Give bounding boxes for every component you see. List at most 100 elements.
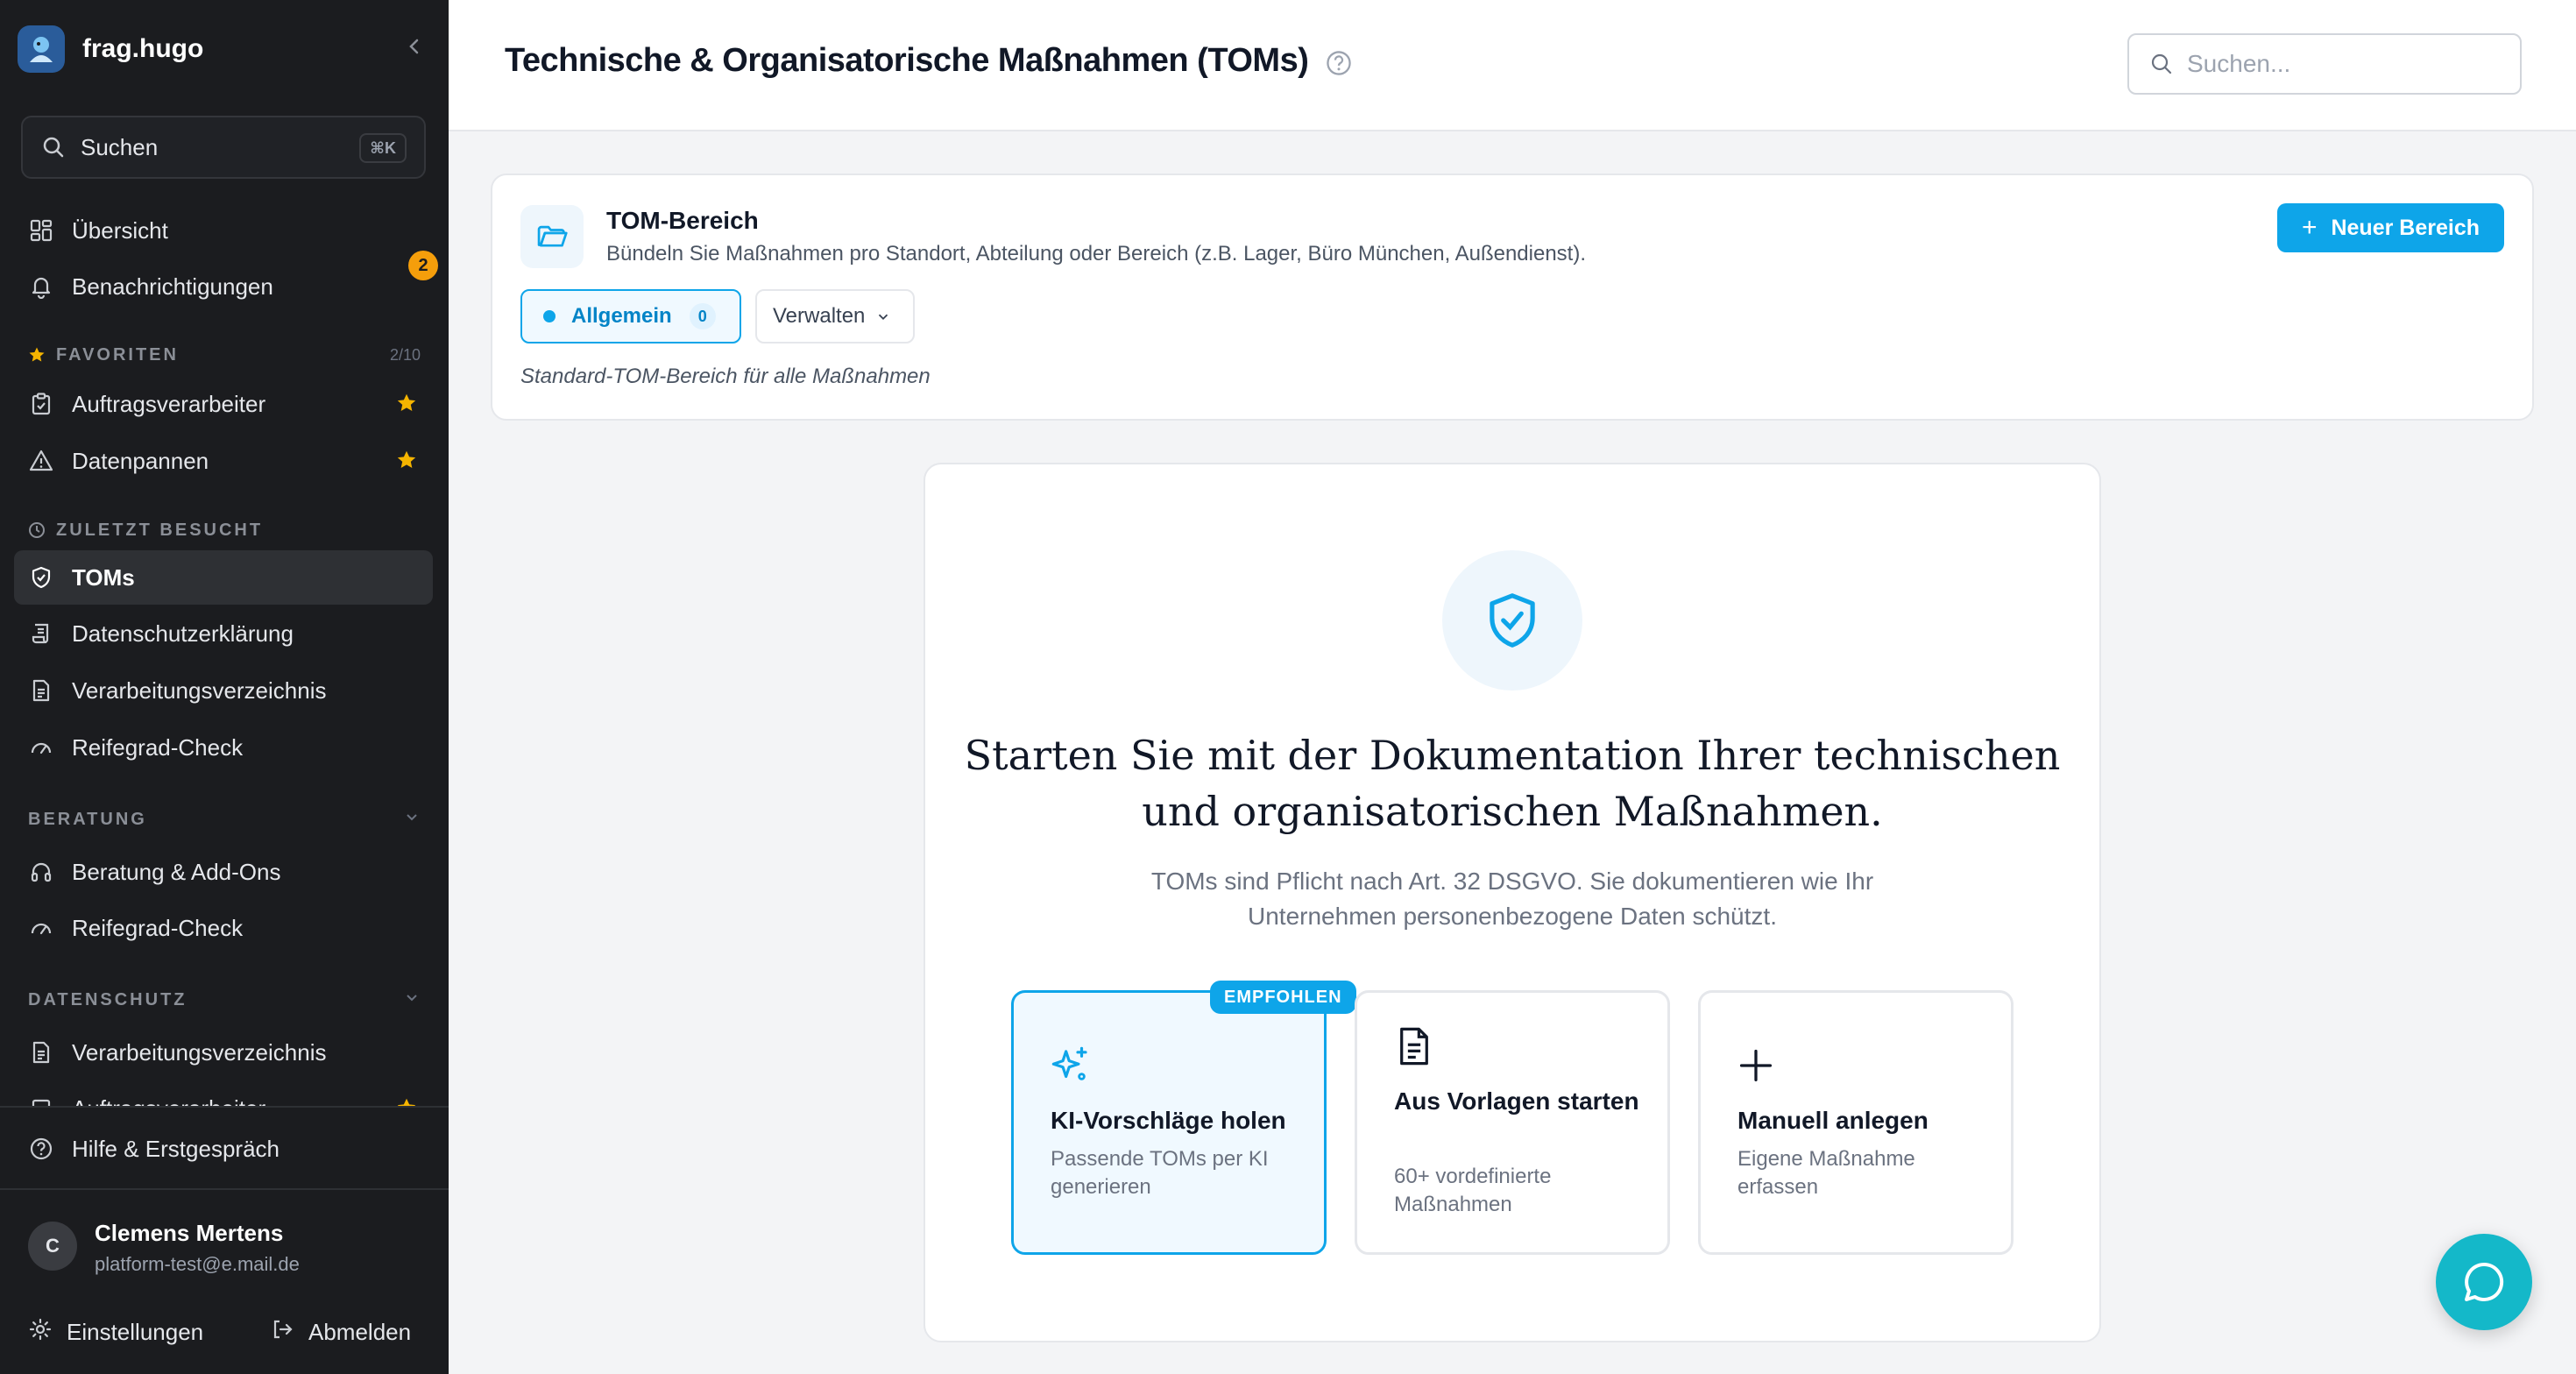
sidebar-item-datenpannen[interactable]: Datenpannen: [14, 434, 433, 488]
datenschutz-header[interactable]: DATENSCHUTZ: [28, 987, 421, 1013]
area-chip-allgemein[interactable]: Allgemein 0: [520, 289, 741, 344]
star-icon: [28, 346, 46, 364]
sidebar-item-label: Reifegrad-Check: [72, 914, 244, 941]
document-icon: [1392, 1024, 1436, 1073]
sidebar: frag.hugo Suchen ⌘K Übersicht Benachrich…: [0, 0, 449, 1374]
sidebar-item-label: Verarbeitungsverzeichnis: [72, 676, 327, 704]
sidebar-item-label: Übersicht: [72, 216, 168, 244]
option-vorlagen[interactable]: Aus Vorlagen starten 60+ vordefinierte M…: [1355, 990, 1670, 1255]
option-manuell[interactable]: Manuell anlegen Eigene Maßnahme erfassen: [1698, 990, 2013, 1255]
search-icon: [2151, 53, 2172, 74]
notification-badge: 2: [408, 251, 438, 280]
logout-link[interactable]: Abmelden: [270, 1314, 411, 1349]
sidebar-item-verarbeitungsverzeichnis[interactable]: Verarbeitungsverzeichnis: [14, 663, 433, 718]
headset-icon: [28, 859, 54, 885]
sidebar-item-reifegrad-check[interactable]: Reifegrad-Check: [14, 720, 433, 775]
sidebar-scroll-clip: Auftragsverarbeiter: [0, 1076, 449, 1106]
empty-desc-line: Unternehmen personenbezogene Daten schüt…: [1248, 903, 1777, 930]
divider: [0, 1106, 449, 1108]
header: Technische & Organisatorische Maßnahmen …: [449, 0, 2576, 131]
clock-icon: [28, 521, 46, 539]
beratung-title: BERATUNG: [28, 809, 147, 829]
new-area-button[interactable]: + Neuer Bereich: [2276, 203, 2504, 252]
clipboard-icon: [28, 391, 54, 417]
empty-title-line: Starten Sie mit der Dokumentation Ihrer …: [964, 732, 2061, 779]
empty-desc-line: TOMs sind Pflicht nach Art. 32 DSGVO. Si…: [1150, 868, 1874, 895]
sidebar-item-label: Auftragsverarbeiter: [72, 390, 266, 417]
sidebar-item-auftragsverarbeiter[interactable]: Auftragsverarbeiter: [14, 377, 433, 431]
chevron-down-icon: [403, 808, 421, 831]
sidebar-item-label: Reifegrad-Check: [72, 733, 244, 761]
collapse-sidebar-icon[interactable]: [401, 33, 428, 60]
manage-dropdown[interactable]: Verwalten: [755, 289, 915, 344]
warning-icon: [28, 448, 54, 474]
option-description: Eigene Maßnahme erfassen: [1737, 1147, 1915, 1199]
favorites-header: FAVORITEN 2/10: [28, 342, 421, 368]
area-chip-count: 0: [689, 303, 716, 329]
search-shortcut: ⌘K: [359, 133, 407, 163]
folder-icon: [520, 205, 584, 268]
settings-label: Einstellungen: [67, 1318, 204, 1345]
clipboard-icon: [28, 1095, 54, 1106]
gauge-icon: [28, 734, 54, 761]
chat-button[interactable]: [2436, 1234, 2532, 1330]
avatar[interactable]: C: [28, 1222, 77, 1271]
brand-logo: [18, 25, 65, 73]
recommended-badge: EMPFOHLEN: [1210, 981, 1356, 1014]
sidebar-search-label: Suchen: [81, 133, 159, 160]
sidebar-search[interactable]: Suchen ⌘K: [21, 116, 426, 179]
brand[interactable]: frag.hugo: [18, 21, 203, 77]
sidebar-item-verarbeitungsverzeichnis-2[interactable]: Verarbeitungsverzeichnis: [14, 1025, 433, 1080]
logout-icon: [270, 1317, 294, 1348]
sidebar-item-datenschutzerklaerung[interactable]: Datenschutzerklärung: [14, 606, 433, 661]
chat-bubble-icon: [2465, 1262, 2504, 1301]
shield-check-icon: [1442, 550, 1582, 691]
area-description: Bündeln Sie Maßnahmen pro Standort, Abte…: [606, 242, 1587, 266]
status-dot: [543, 310, 556, 322]
sidebar-item-label: Benachrichtigungen: [72, 273, 273, 300]
search-field[interactable]: [2127, 33, 2522, 95]
logout-label: Abmelden: [308, 1318, 412, 1345]
sidebar-item-label: Verarbeitungsverzeichnis: [72, 1038, 327, 1066]
sidebar-item-toms[interactable]: TOMs: [14, 550, 433, 605]
sidebar-item-auftragsverarbeiter-2[interactable]: Auftragsverarbeiter: [14, 1081, 433, 1106]
divider: [0, 1188, 449, 1190]
option-title: Aus Vorlagen starten: [1394, 1087, 1639, 1115]
datenschutz-title: DATENSCHUTZ: [28, 989, 188, 1009]
plus-icon: +: [2301, 213, 2318, 242]
option-ki-vorschlaege[interactable]: EMPFOHLEN KI-Vorschläge holen Passende T…: [1011, 981, 1356, 1255]
empty-state-description: TOMs sind Pflicht nach Art. 32 DSGVO. Si…: [925, 864, 2099, 934]
sidebar-item-reifegrad-check-2[interactable]: Reifegrad-Check: [14, 901, 433, 955]
favorites-count: 2/10: [389, 345, 421, 364]
bell-icon: [28, 273, 54, 300]
option-title: KI-Vorschläge holen: [1051, 1107, 1286, 1134]
user-name: Clemens Mertens: [95, 1220, 284, 1246]
page-title: Technische & Organisatorische Maßnahmen …: [505, 42, 1309, 79]
sidebar-item-uebersicht[interactable]: Übersicht: [14, 203, 433, 258]
favorite-star-icon[interactable]: [396, 1097, 417, 1106]
manage-label: Verwalten: [773, 304, 866, 328]
sidebar-item-label: Auftragsverarbeiter: [72, 1095, 265, 1107]
new-area-label: Neuer Bereich: [2331, 215, 2480, 240]
sidebar-item-benachrichtigungen[interactable]: Benachrichtigungen: [14, 259, 433, 314]
favorite-star-icon[interactable]: [396, 450, 417, 475]
favorites-title: FAVORITEN: [56, 344, 179, 365]
sidebar-item-beratung-addons[interactable]: Beratung & Add-Ons: [14, 845, 433, 899]
sidebar-item-label: Datenschutzerklärung: [72, 620, 294, 647]
help-circle-icon[interactable]: [1325, 49, 1353, 81]
search-input[interactable]: [2187, 50, 2502, 78]
settings-link[interactable]: Einstellungen: [28, 1314, 203, 1349]
user-email: platform-test@e.mail.de: [95, 1253, 300, 1275]
favorite-star-icon[interactable]: [396, 393, 417, 418]
gear-icon: [28, 1317, 53, 1348]
area-chip-label: Allgemein: [571, 304, 672, 328]
option-description: Passende TOMs per KI generieren: [1051, 1147, 1269, 1199]
brand-name: frag.hugo: [82, 34, 204, 63]
beratung-header[interactable]: BERATUNG: [28, 806, 421, 832]
option-description: 60+ vordefinierte Maßnahmen: [1394, 1165, 1552, 1216]
file-text-icon: [28, 1039, 54, 1066]
empty-title-line: und organisatorischen Maßnahmen.: [1142, 788, 1883, 835]
chevron-down-icon: [875, 308, 891, 324]
sidebar-item-hilfe[interactable]: Hilfe & Erstgespräch: [14, 1122, 433, 1176]
option-title: Manuell anlegen: [1737, 1107, 1928, 1134]
